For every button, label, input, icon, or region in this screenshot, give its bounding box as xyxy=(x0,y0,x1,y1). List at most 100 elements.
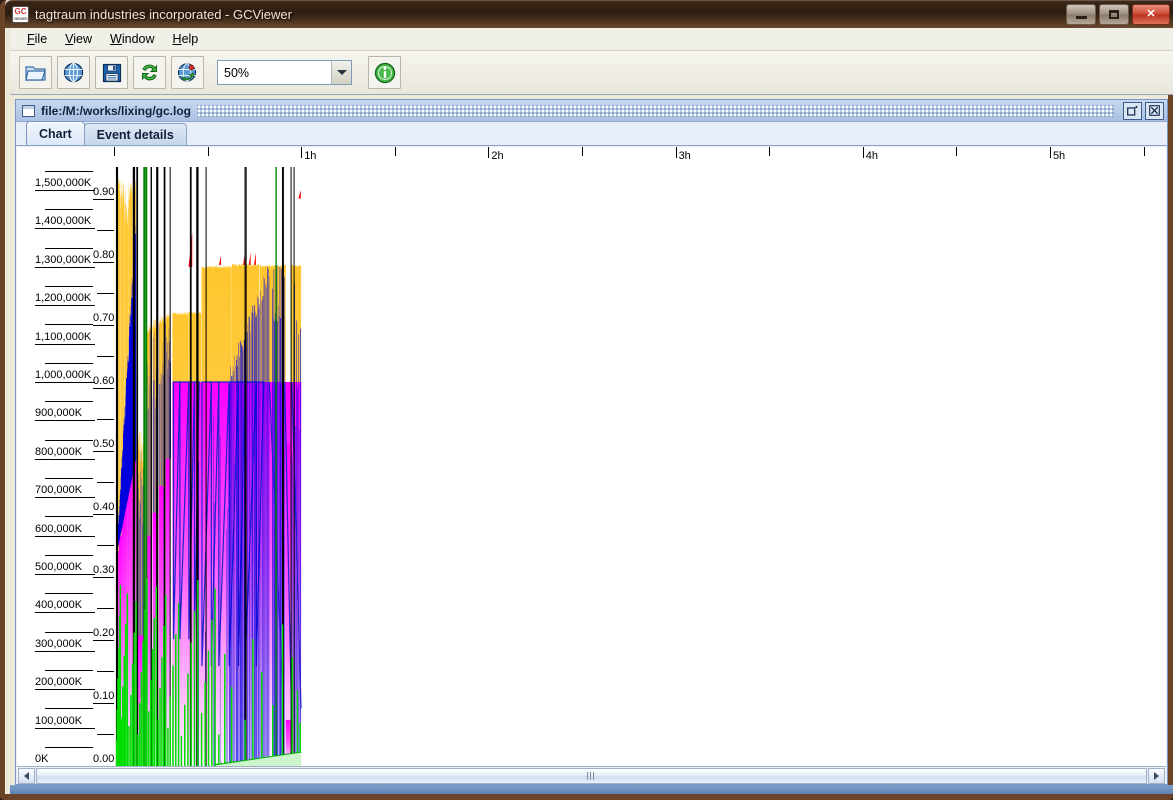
tab-event-details[interactable]: Event details xyxy=(84,123,187,145)
y-minor-tick-line-pause xyxy=(97,734,115,735)
y-tick-line xyxy=(35,305,95,306)
young-spike xyxy=(249,317,250,766)
time-ruler: 1h2h3h4h5h xyxy=(114,147,1166,168)
young-spike xyxy=(263,296,264,766)
young-spike xyxy=(256,317,257,766)
horizontal-scrollbar[interactable] xyxy=(17,766,1166,784)
y-tick-line-pause xyxy=(93,262,115,263)
window-bottom-strip xyxy=(10,785,1173,794)
gc-chart[interactable] xyxy=(114,167,1166,766)
ruler-major-tick xyxy=(301,147,302,158)
tab-chart[interactable]: Chart xyxy=(26,121,85,145)
y-minor-tick-line xyxy=(45,632,93,633)
scroll-thumb[interactable] xyxy=(36,768,1147,784)
ruler-minor-tick xyxy=(208,147,209,156)
title-bar: GCVIEWER tagtraum industries incorporate… xyxy=(5,0,1173,28)
young-spike xyxy=(274,269,275,766)
y-tick-line xyxy=(35,420,95,421)
y-tick-memory: 500,000K xyxy=(35,561,82,573)
scroll-left-arrow[interactable] xyxy=(18,768,35,784)
y-tick-line-pause xyxy=(93,199,115,200)
y-tick-line xyxy=(35,190,95,191)
y-tick-line xyxy=(35,689,95,690)
y-tick-memory: 800,000K xyxy=(35,446,82,458)
document-icon xyxy=(22,105,35,117)
tab-strip: Chart Event details xyxy=(16,122,1167,146)
floppy-save-icon xyxy=(102,63,122,83)
y-tick-line xyxy=(35,536,95,537)
young-spike xyxy=(254,305,255,766)
document-title-bar: file:/M:/works/lixing/gc.log xyxy=(16,100,1167,122)
menu-window-rest: indow xyxy=(122,32,155,46)
menu-bar: File View Window Help xyxy=(10,28,1173,51)
scroll-track[interactable] xyxy=(36,768,1147,784)
y-minor-tick-line-pause xyxy=(97,545,115,546)
document-restore-button[interactable] xyxy=(1123,102,1142,120)
close-button[interactable]: ✕ xyxy=(1132,4,1170,25)
document-frame: file:/M:/works/lixing/gc.log Chart Event… xyxy=(15,99,1168,785)
y-minor-tick-line xyxy=(45,248,93,249)
y-tick-memory: 700,000K xyxy=(35,484,82,496)
y-tick-memory: 200,000K xyxy=(35,676,82,688)
minimize-button[interactable] xyxy=(1066,4,1096,25)
refresh-button[interactable] xyxy=(133,56,166,89)
y-minor-tick-line xyxy=(45,516,93,517)
y-tick-memory: 1,000,000K xyxy=(35,369,91,381)
y-tick-memory: 100,000K xyxy=(35,715,82,727)
y-minor-tick-line-pause xyxy=(97,608,115,609)
toolbar: 50% xyxy=(10,51,1173,95)
refresh-arrows-icon xyxy=(139,62,160,83)
y-minor-tick-line xyxy=(45,440,93,441)
export-button[interactable] xyxy=(95,56,128,89)
open-url-button[interactable] xyxy=(57,56,90,89)
ruler-minor-tick xyxy=(769,147,770,156)
y-minor-tick-line-pause xyxy=(97,419,115,420)
y-tick-line xyxy=(35,228,95,229)
chevron-down-icon[interactable] xyxy=(331,61,351,84)
y-minor-tick-line xyxy=(45,363,93,364)
y-minor-tick-line xyxy=(45,593,93,594)
menu-help[interactable]: Help xyxy=(164,29,208,49)
y-tick-line-pause xyxy=(93,451,115,452)
y-minor-tick-line xyxy=(45,209,93,210)
y-minor-tick-line xyxy=(45,286,93,287)
y-tick-memory: 400,000K xyxy=(35,599,82,611)
y-minor-tick-line xyxy=(45,171,93,172)
menu-view[interactable]: View xyxy=(56,29,101,49)
scroll-thumb-grip xyxy=(587,772,596,780)
y-axes: 0K100,000K200,000K300,000K400,000K500,00… xyxy=(17,147,115,766)
window-controls: ✕ xyxy=(1066,4,1170,25)
y-tick-memory: 0K xyxy=(35,753,48,765)
y-minor-tick-line xyxy=(45,747,93,748)
young-spike xyxy=(274,321,275,766)
y-minor-tick-line-pause xyxy=(97,671,115,672)
ruler-major-tick xyxy=(676,147,677,158)
y-tick-line-pause xyxy=(93,514,115,515)
zoom-value[interactable]: 50% xyxy=(218,66,331,80)
y-minor-tick-line xyxy=(45,324,93,325)
open-file-button[interactable] xyxy=(19,56,52,89)
young-spike xyxy=(267,267,268,766)
maximize-button[interactable] xyxy=(1099,4,1129,25)
plot-area[interactable] xyxy=(114,167,1166,766)
y-tick-line xyxy=(35,651,95,652)
young-spike xyxy=(242,345,243,766)
y-minor-tick-line xyxy=(45,401,93,402)
info-icon xyxy=(374,62,396,84)
watch-url-button[interactable] xyxy=(171,56,204,89)
about-button[interactable] xyxy=(368,56,401,89)
ruler-label: 1h xyxy=(304,150,316,162)
y-tick-memory: 900,000K xyxy=(35,407,82,419)
y-tick-memory: 600,000K xyxy=(35,523,82,535)
scroll-right-arrow[interactable] xyxy=(1148,768,1165,784)
young-spike xyxy=(244,340,245,766)
zoom-combo[interactable]: 50% xyxy=(217,60,352,85)
y-tick-line xyxy=(35,267,95,268)
young-spike xyxy=(280,267,281,766)
menu-file[interactable]: File xyxy=(18,29,56,49)
document-close-button[interactable] xyxy=(1145,102,1164,120)
restore-icon xyxy=(1127,105,1138,116)
ruler-minor-tick xyxy=(114,147,115,156)
ruler-label: 5h xyxy=(1053,150,1065,162)
menu-window[interactable]: Window xyxy=(101,29,163,49)
